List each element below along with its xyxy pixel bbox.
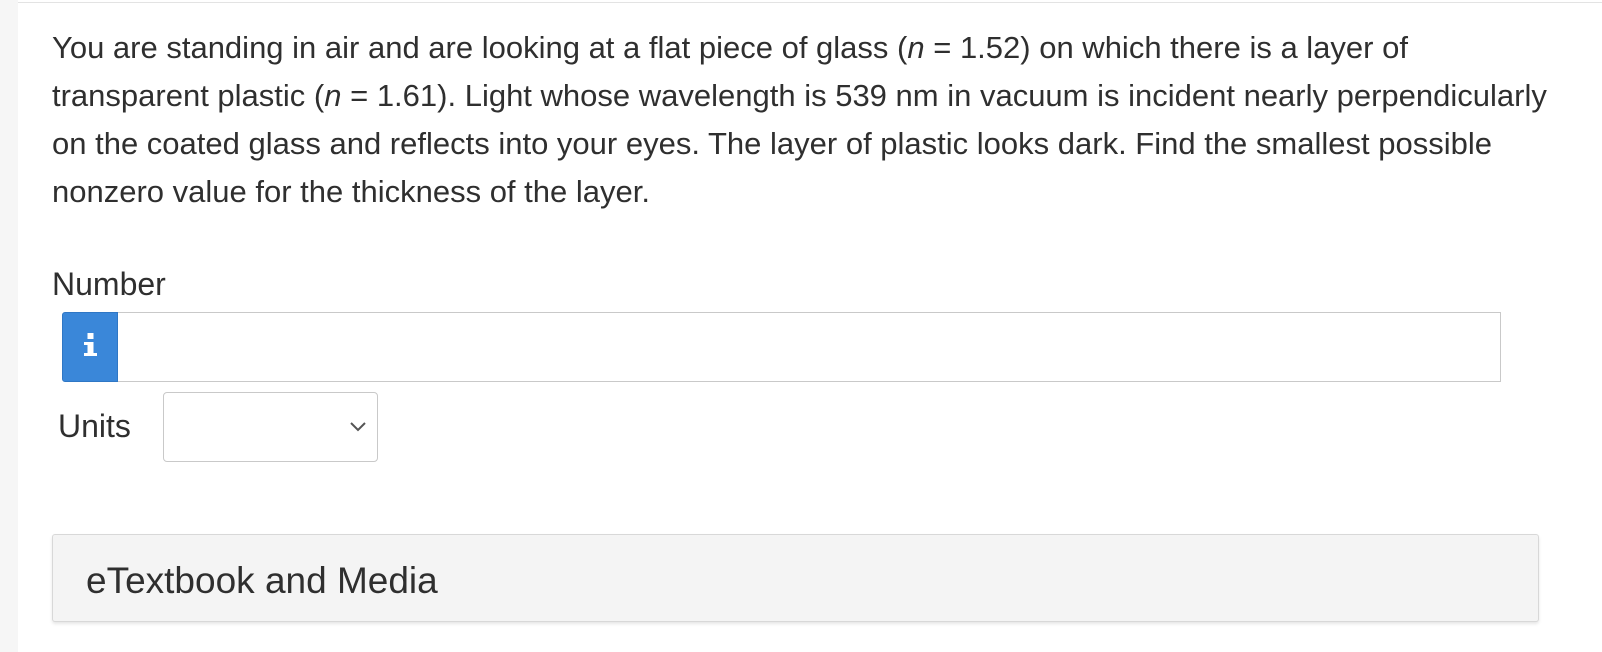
info-icon	[82, 330, 98, 365]
top-divider	[18, 2, 1602, 3]
info-button[interactable]	[62, 312, 118, 382]
number-answer-row	[62, 312, 1501, 382]
units-label: Units	[58, 408, 131, 444]
etextbook-media-panel[interactable]: eTextbook and Media	[52, 534, 1539, 622]
etextbook-media-title: eTextbook and Media	[86, 560, 438, 601]
left-gutter	[0, 0, 18, 652]
number-input[interactable]	[118, 312, 1501, 382]
refractive-index-symbol: n	[324, 78, 342, 113]
units-dropdown[interactable]	[163, 392, 378, 462]
refractive-index-symbol: n	[907, 30, 925, 65]
question-text-part: You are standing in air and are looking …	[52, 30, 908, 65]
chevron-down-icon	[349, 419, 367, 437]
question-text: You are standing in air and are looking …	[52, 24, 1552, 216]
number-label: Number	[52, 266, 166, 302]
